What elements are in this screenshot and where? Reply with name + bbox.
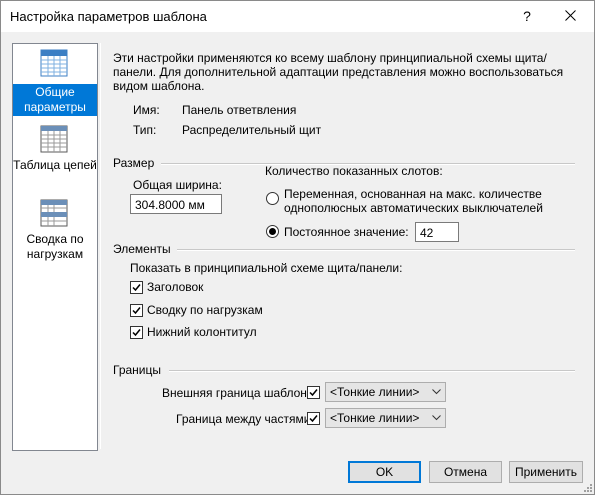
name-label: Имя: xyxy=(133,103,160,117)
name-value: Панель ответвления xyxy=(182,103,297,117)
dialog-window: Настройка параметров шаблона ? Общие пар… xyxy=(0,0,595,495)
between-border-select-value: <Тонкие линии> xyxy=(330,411,420,425)
sidebar-item-label: Общие параметры xyxy=(13,84,97,116)
help-button[interactable]: ? xyxy=(519,6,535,26)
footer-checkbox-label: Нижний колонтитул xyxy=(147,325,257,339)
ok-button[interactable]: OK xyxy=(348,461,421,483)
chevron-down-icon xyxy=(432,415,441,421)
apply-button[interactable]: Применить xyxy=(509,461,583,483)
sidebar-item-label: Таблица цепей xyxy=(13,158,97,172)
radio-variable-slots[interactable] xyxy=(266,192,279,205)
cancel-button[interactable]: Отмена xyxy=(429,461,502,483)
variable-slots-label-line2: однополюсных автоматических выключателей xyxy=(284,201,543,215)
outer-border-select-value: <Тонкие линии> xyxy=(330,385,420,399)
general-settings-icon xyxy=(40,49,68,77)
between-border-checkbox[interactable] xyxy=(307,412,320,425)
elements-group-divider xyxy=(177,249,575,251)
sidebar: Общие параметры Таблица цепей Сводка по … xyxy=(12,43,98,451)
checkmark-icon xyxy=(309,415,318,423)
chevron-down-icon xyxy=(432,389,441,395)
resize-grip-icon[interactable] xyxy=(582,482,592,492)
load-summary-icon xyxy=(40,199,68,227)
load-summary-checkbox-label: Сводку по нагрузкам xyxy=(147,303,263,317)
header-checkbox-label: Заголовок xyxy=(147,280,204,294)
title-bar: Настройка параметров шаблона ? xyxy=(1,1,594,32)
slots-label: Количество показанных слотов: xyxy=(265,164,443,178)
variable-slots-label: Переменная, основанная на макс. количест… xyxy=(284,187,543,215)
outer-border-checkbox[interactable] xyxy=(307,386,320,399)
radio-fixed-slots[interactable] xyxy=(266,225,279,238)
outer-border-label: Внешняя граница шаблона: xyxy=(162,386,317,400)
variable-slots-label-line1: Переменная, основанная на макс. количест… xyxy=(284,187,542,201)
close-icon xyxy=(565,10,576,21)
close-button[interactable] xyxy=(558,4,584,28)
width-input[interactable]: 304.8000 мм xyxy=(130,194,222,214)
show-in-schedule-label: Показать в принципиальной схеме щита/пан… xyxy=(130,261,403,275)
footer-checkbox[interactable] xyxy=(130,326,143,339)
checkmark-icon xyxy=(309,389,318,397)
sidebar-item-circuit-table[interactable]: Таблица цепей xyxy=(13,124,97,184)
fixed-slots-label: Постоянное значение: xyxy=(284,225,409,239)
checkmark-icon xyxy=(132,284,141,292)
checkmark-icon xyxy=(132,329,141,337)
between-border-select[interactable]: <Тонкие линии> xyxy=(325,408,446,428)
window-title: Настройка параметров шаблона xyxy=(10,9,207,24)
settings-panel: Эти настройки применяются ко всему шабло… xyxy=(100,43,587,449)
header-checkbox[interactable] xyxy=(130,281,143,294)
sidebar-item-load-summary[interactable]: Сводка по нагрузкам xyxy=(13,198,97,262)
dialog-footer: OK Отмена Применить xyxy=(1,451,594,494)
circuit-table-icon xyxy=(40,125,68,153)
size-group-title: Размер xyxy=(113,156,155,170)
width-label: Общая ширина: xyxy=(133,178,222,192)
load-summary-checkbox[interactable] xyxy=(130,304,143,317)
sidebar-item-label: Сводка по нагрузкам xyxy=(26,232,84,261)
outer-border-select[interactable]: <Тонкие линии> xyxy=(325,382,446,402)
type-label: Тип: xyxy=(133,123,157,137)
borders-group-divider xyxy=(169,370,575,372)
between-border-label: Граница между частями: xyxy=(176,412,314,426)
checkmark-icon xyxy=(132,307,141,315)
elements-group-title: Элементы xyxy=(113,242,171,256)
description-text: Эти настройки применяются ко всему шабло… xyxy=(113,51,564,93)
sidebar-item-general[interactable]: Общие параметры xyxy=(13,48,97,116)
type-value: Распределительный щит xyxy=(182,123,322,137)
borders-group-title: Границы xyxy=(113,363,161,377)
fixed-slots-input[interactable]: 42 xyxy=(415,222,459,242)
